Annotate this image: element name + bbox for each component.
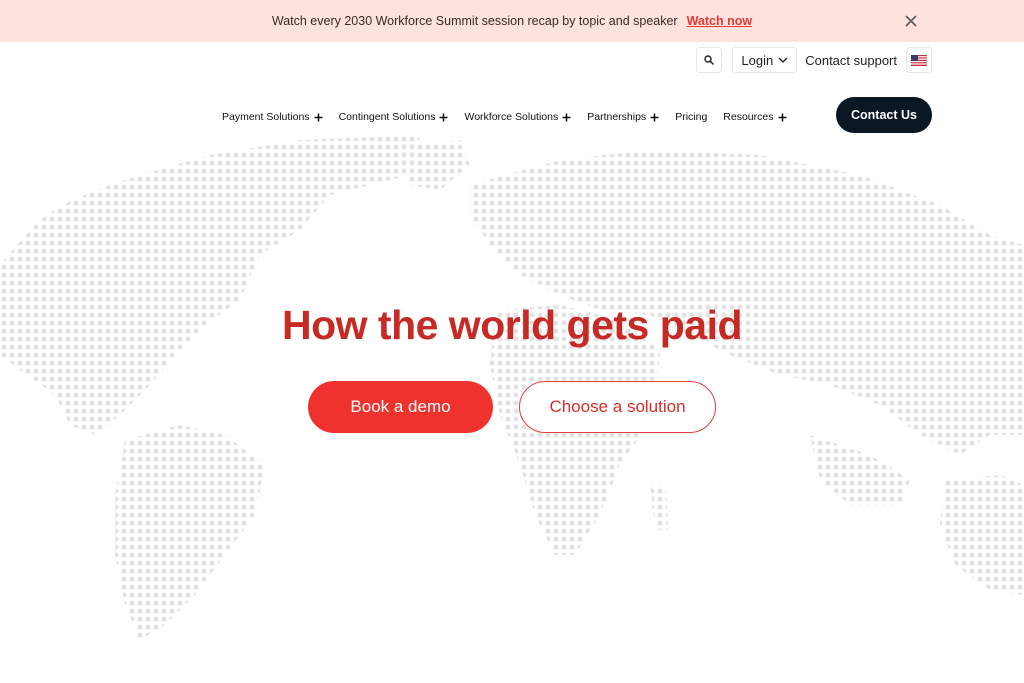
nav-item-resources[interactable]: Resources xyxy=(723,111,786,123)
choose-solution-button[interactable]: Choose a solution xyxy=(519,381,716,433)
hero-title: How the world gets paid xyxy=(281,302,743,348)
nav-item-pricing[interactable]: Pricing xyxy=(675,111,707,123)
plus-icon xyxy=(562,113,571,121)
nav-item-partnerships[interactable]: Partnerships xyxy=(587,111,659,123)
utility-bar: Login Contact support xyxy=(696,47,932,73)
login-label: Login xyxy=(741,52,774,68)
chevron-down-icon xyxy=(778,57,788,63)
nav-item-payment-solutions[interactable]: Payment Solutions xyxy=(222,111,323,123)
nav-item-label: Payment Solutions xyxy=(222,111,310,123)
nav-item-contingent-solutions[interactable]: Contingent Solutions xyxy=(339,111,449,123)
world-map-dots xyxy=(0,135,1024,640)
search-button[interactable] xyxy=(696,47,723,73)
book-demo-button[interactable]: Book a demo xyxy=(308,381,493,433)
nav-item-label: Workforce Solutions xyxy=(464,111,559,123)
search-icon xyxy=(704,55,715,65)
nav-item-label: Resources xyxy=(723,111,774,123)
region-selector[interactable] xyxy=(906,47,932,73)
nav-item-label: Pricing xyxy=(675,111,708,123)
nav-item-label: Contingent Solutions xyxy=(338,111,436,123)
announcement-bar: Watch every 2030 Workforce Summit sessio… xyxy=(0,0,1024,42)
plus-icon xyxy=(439,113,448,121)
plus-icon xyxy=(650,113,659,121)
close-icon[interactable] xyxy=(902,12,920,30)
contact-support-link[interactable]: Contact support xyxy=(805,53,897,68)
announcement-text: Watch every 2030 Workforce Summit sessio… xyxy=(271,14,678,28)
us-flag-icon xyxy=(911,54,927,66)
plus-icon xyxy=(778,113,786,121)
plus-icon xyxy=(314,113,323,121)
nav-item-workforce-solutions[interactable]: Workforce Solutions xyxy=(464,111,571,123)
watch-now-link[interactable]: Watch now xyxy=(687,14,753,28)
nav-item-label: Partnerships xyxy=(587,111,647,123)
contact-us-button[interactable]: Contact Us xyxy=(836,97,932,133)
login-dropdown[interactable]: Login xyxy=(732,47,798,73)
main-nav: Payment Solutions Contingent Solutions W… xyxy=(222,108,803,126)
